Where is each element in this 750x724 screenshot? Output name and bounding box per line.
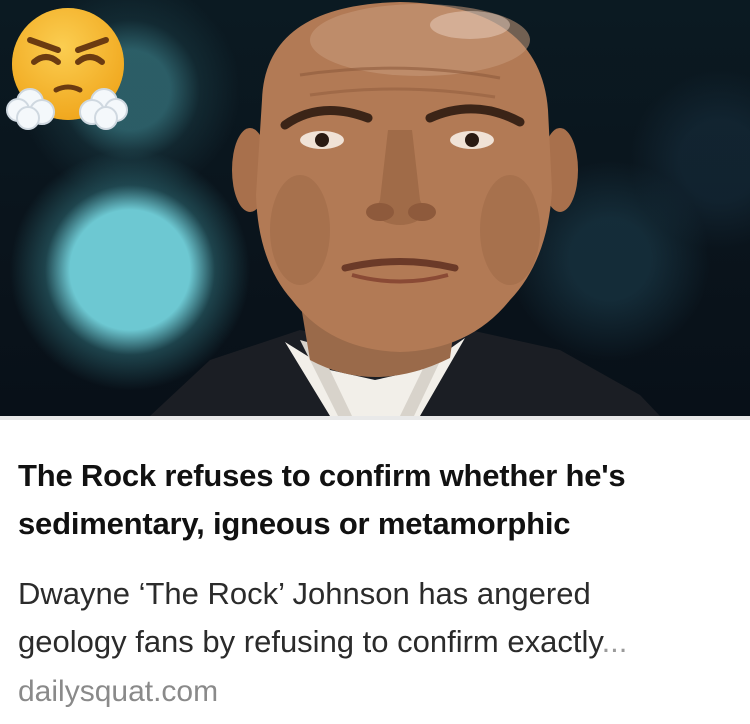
headline-line: sedimentary, igneous or metamorphic bbox=[18, 506, 571, 541]
source-domain[interactable]: dailysquat.com bbox=[18, 672, 218, 712]
article-description: Dwayne ‘The Rock’ Johnson has angered ge… bbox=[18, 570, 746, 666]
description-text: geology fans by refusing to confirm exac… bbox=[18, 624, 602, 659]
headline-line: The Rock refuses to confirm whether he's bbox=[18, 458, 626, 493]
face-with-steam-from-nose-icon bbox=[6, 8, 128, 130]
description-line-truncated: geology fans by refusing to confirm exac… bbox=[18, 618, 746, 666]
article-headline[interactable]: The Rock refuses to confirm whether he's… bbox=[18, 452, 738, 548]
news-card[interactable]: The Rock refuses to confirm whether he's… bbox=[0, 0, 750, 724]
divider bbox=[0, 416, 750, 420]
ellipsis: ... bbox=[601, 624, 628, 659]
description-line: Dwayne ‘The Rock’ Johnson has angered bbox=[18, 576, 591, 611]
article-photo bbox=[0, 0, 750, 416]
